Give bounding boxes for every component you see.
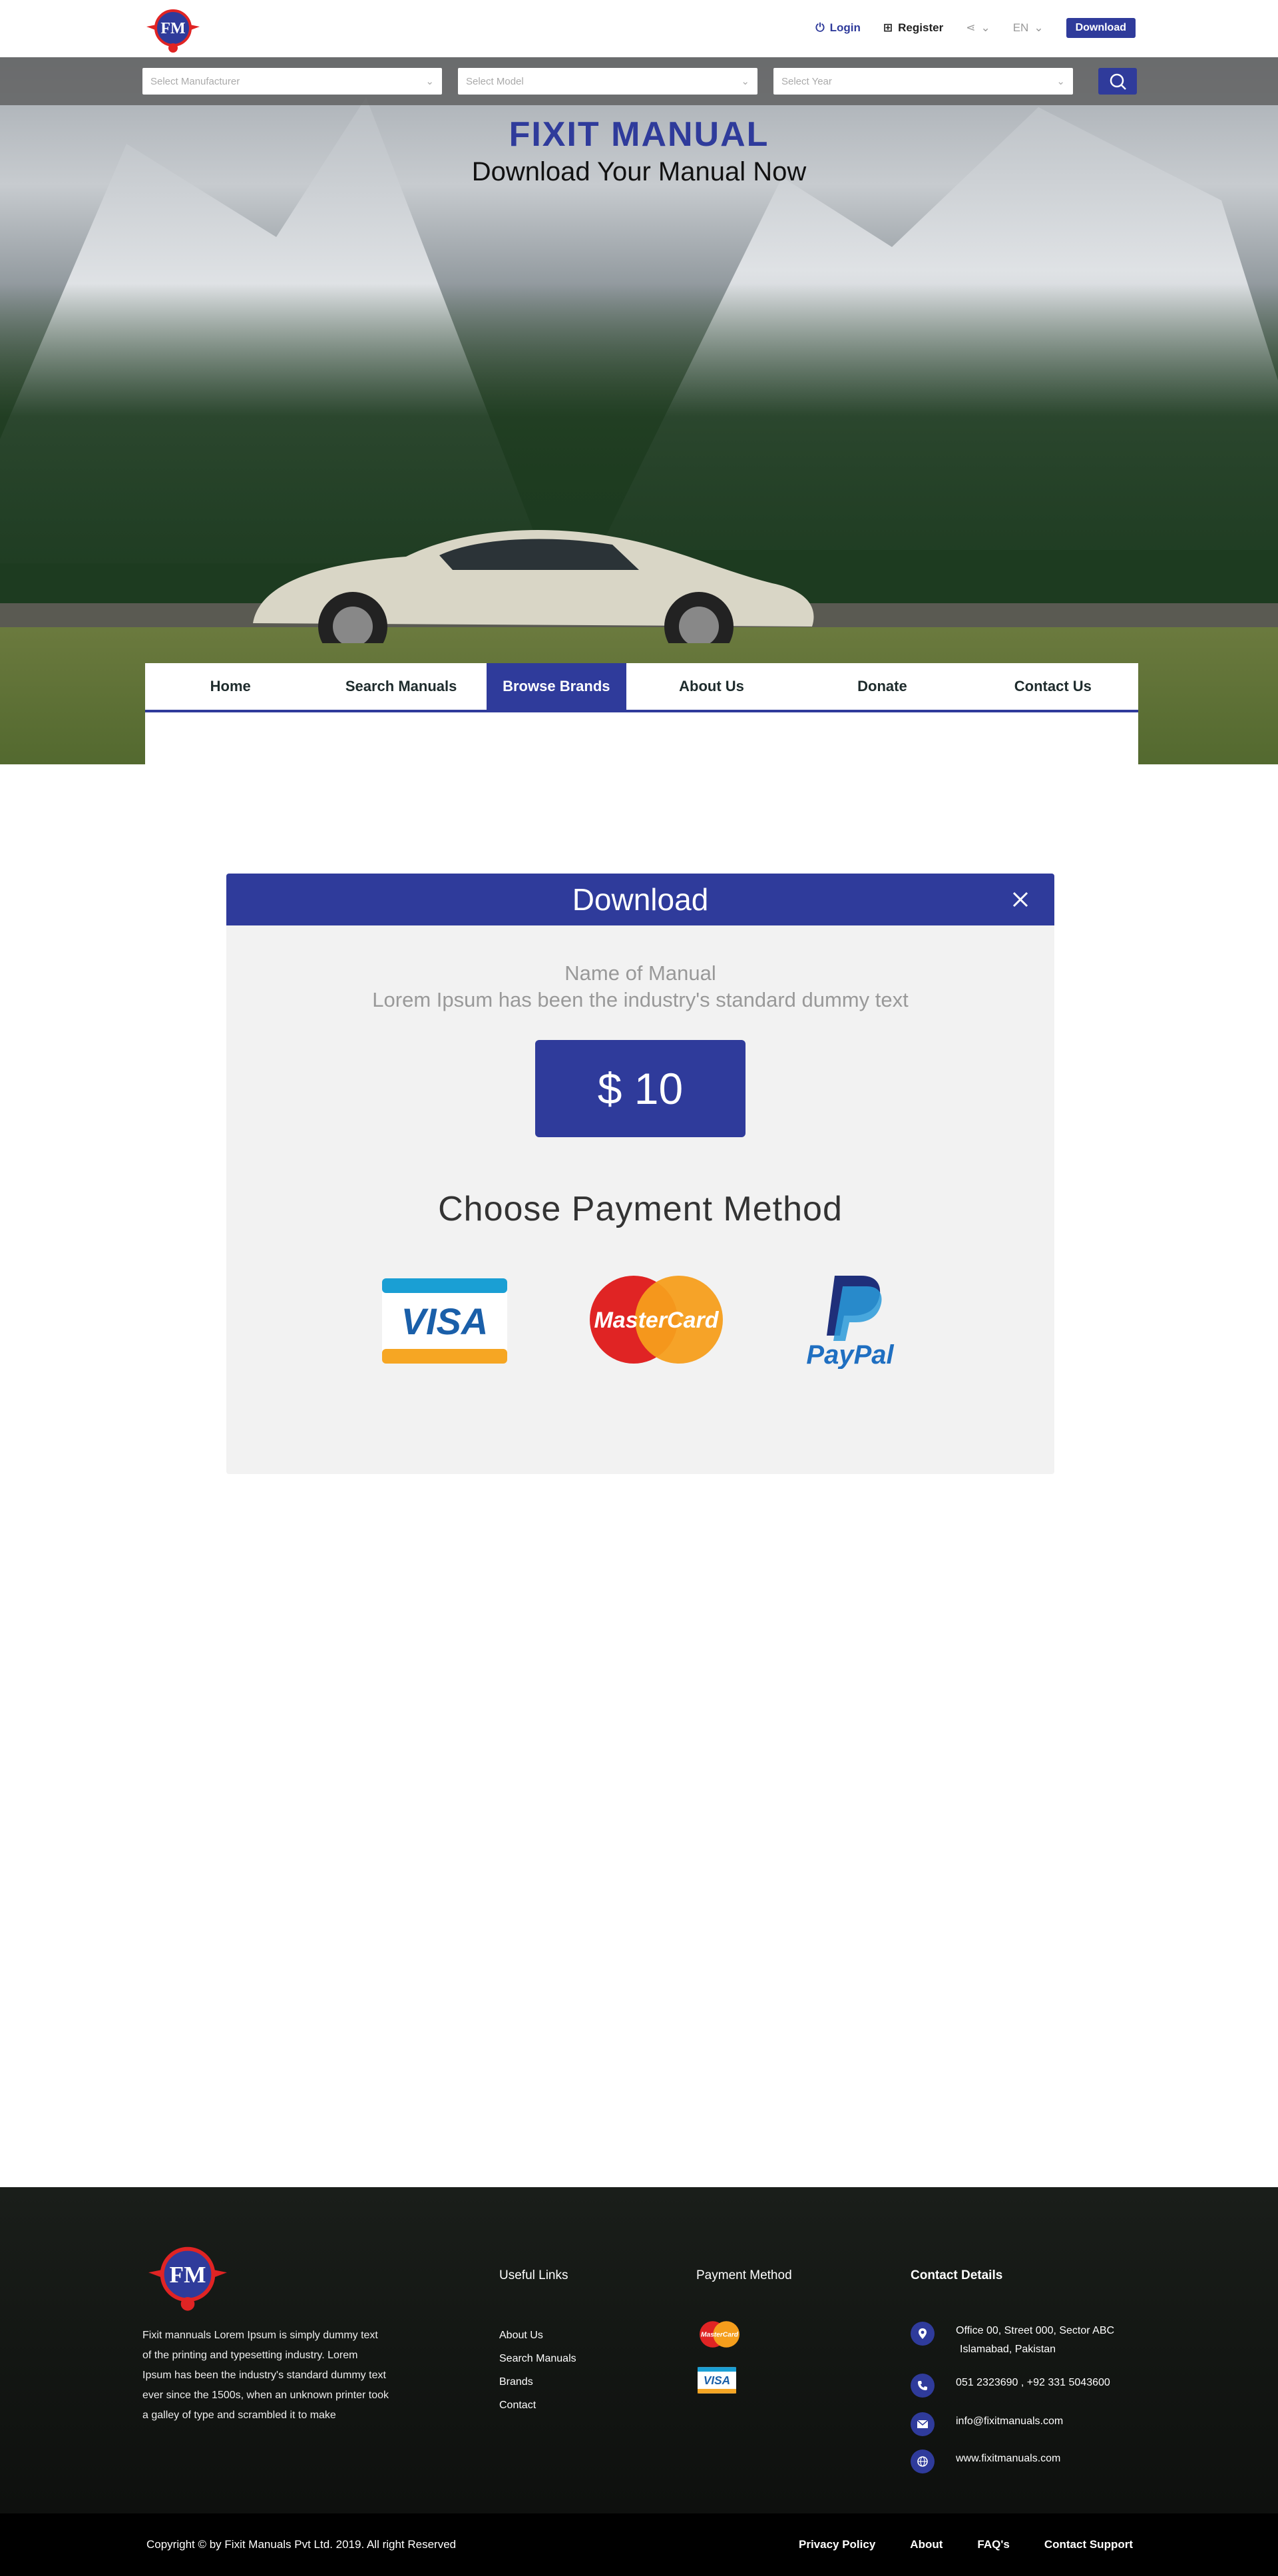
chevron-down-icon: ⌄ <box>1056 76 1065 87</box>
contact-address: Office 00, Street 000, Sector ABC Islama… <box>911 2322 1114 2359</box>
manual-name: Name of Manual <box>564 961 716 985</box>
nav-contact-us[interactable]: Contact Us <box>968 663 1138 710</box>
chevron-down-icon: ⌄ <box>1034 21 1044 34</box>
payment-method-title: Payment Method <box>696 2268 792 2282</box>
phone-icon <box>911 2374 935 2398</box>
svg-text:VISA: VISA <box>704 2374 730 2387</box>
login-link[interactable]: ⏻ Login <box>815 21 861 35</box>
chevron-down-icon: ⌄ <box>980 21 990 34</box>
privacy-policy-link[interactable]: Privacy Policy <box>799 2538 875 2551</box>
payment-heading: Choose Payment Method <box>438 1190 843 1228</box>
useful-links-title: Useful Links <box>499 2268 568 2282</box>
manufacturer-placeholder: Select Manufacturer <box>150 75 240 87</box>
year-placeholder: Select Year <box>781 75 832 87</box>
address-line2: Islamabad, Pakistan <box>960 2344 1056 2355</box>
year-select[interactable]: Select Year ⌄ <box>773 68 1073 95</box>
logo-initials: FM <box>160 20 185 37</box>
bottom-bar: Copyright © by Fixit Manuals Pvt Ltd. 20… <box>0 2513 1278 2576</box>
footer-link-contact[interactable]: Contact <box>499 2394 576 2417</box>
nav-home[interactable]: Home <box>145 663 316 710</box>
close-icon <box>1012 892 1028 907</box>
address-line1: Office 00, Street 000, Sector ABC <box>956 2325 1115 2336</box>
svg-text:VISA: VISA <box>401 1300 489 1342</box>
manufacturer-select[interactable]: Select Manufacturer ⌄ <box>142 68 442 95</box>
model-select[interactable]: Select Model ⌄ <box>458 68 757 95</box>
footer-link-about-us[interactable]: About Us <box>499 2324 576 2347</box>
top-bar: FM ⏻ Login ⊞ Register ⋖ ⌄ EN ⌄ Download <box>0 0 1278 57</box>
mail-icon <box>911 2412 935 2436</box>
search-icon <box>1110 73 1126 90</box>
faq-link[interactable]: FAQ's <box>977 2538 1009 2551</box>
nav-donate[interactable]: Donate <box>797 663 967 710</box>
footer: FM Fixit mannuals Lorem Ipsum is simply … <box>0 2187 1278 2513</box>
share-dropdown[interactable]: ⋖ ⌄ <box>966 21 990 35</box>
hero-subtitle: Download Your Manual Now <box>471 157 807 186</box>
nav-browse-brands[interactable]: Browse Brands <box>486 663 626 710</box>
top-links: ⏻ Login ⊞ Register ⋖ ⌄ EN ⌄ Download <box>815 17 1136 39</box>
website-text: www.fixitmanuals.com <box>956 2453 1061 2464</box>
manual-description: Lorem Ipsum has been the industry's stan… <box>372 988 909 1011</box>
language-dropdown[interactable]: EN ⌄ <box>1013 21 1044 35</box>
contact-details-title: Contact Details <box>911 2268 1003 2282</box>
phone-text: 051 2323690 , +92 331 5043600 <box>956 2377 1110 2388</box>
contact-phone: 051 2323690 , +92 331 5043600 <box>911 2374 1110 2398</box>
contact-email[interactable]: info@fixitmanuals.com <box>911 2412 1063 2436</box>
hero-title: FIXIT MANUAL <box>509 115 769 154</box>
search-button[interactable] <box>1098 68 1137 95</box>
contact-support-link[interactable]: Contact Support <box>1044 2538 1133 2551</box>
content-panel <box>145 712 1138 764</box>
svg-text:PayPal: PayPal <box>806 1340 894 1369</box>
chevron-down-icon: ⌄ <box>741 76 749 87</box>
footer-about-text: Fixit mannuals Lorem Ipsum is simply dum… <box>142 2330 389 2421</box>
globe-icon <box>911 2449 935 2473</box>
visa-option[interactable]: VISA <box>382 1278 507 1367</box>
footer-logo[interactable]: FM <box>142 2239 233 2314</box>
footer-visa-icon: VISA <box>698 2367 736 2397</box>
chevron-down-icon: ⌄ <box>425 76 434 87</box>
svg-text:MasterCard: MasterCard <box>594 1308 719 1333</box>
paypal-option[interactable]: PayPal <box>800 1269 900 1372</box>
about-link[interactable]: About <box>910 2538 943 2551</box>
paypal-logo: PayPal <box>806 1276 894 1370</box>
car-image <box>253 530 814 643</box>
contact-website[interactable]: www.fixitmanuals.com <box>911 2449 1060 2473</box>
visa-logo: VISA <box>382 1278 507 1364</box>
model-placeholder: Select Model <box>466 75 524 87</box>
search-bar: Select Manufacturer ⌄ Select Model ⌄ Sel… <box>0 57 1278 105</box>
price-badge: $ 10 <box>535 1040 746 1137</box>
payment-methods: VISA MasterCard PayPal <box>226 1273 1054 1380</box>
power-icon: ⏻ <box>815 21 825 34</box>
nav-search-manuals[interactable]: Search Manuals <box>316 663 486 710</box>
svg-text:MasterCard: MasterCard <box>701 2332 739 2339</box>
main-nav: Home Search Manuals Browse Brands About … <box>145 663 1138 712</box>
language-label: EN <box>1012 21 1029 34</box>
svg-text:FM: FM <box>170 2261 206 2288</box>
register-link[interactable]: ⊞ Register <box>883 21 943 35</box>
modal-title: Download <box>572 882 709 917</box>
site-logo[interactable]: FM <box>142 4 204 55</box>
email-text: info@fixitmanuals.com <box>956 2416 1064 2427</box>
useful-links: About Us Search Manuals Brands Contact <box>499 2324 576 2417</box>
mastercard-option[interactable]: MasterCard <box>583 1273 730 1370</box>
mastercard-logo: MasterCard <box>590 1276 723 1364</box>
download-button[interactable]: Download <box>1066 18 1136 38</box>
plus-square-icon: ⊞ <box>883 21 893 34</box>
footer-link-brands[interactable]: Brands <box>499 2370 576 2394</box>
bottom-links: Privacy Policy About FAQ's Contact Suppo… <box>799 2538 1133 2551</box>
footer-link-search-manuals[interactable]: Search Manuals <box>499 2347 576 2370</box>
copyright: Copyright © by Fixit Manuals Pvt Ltd. 20… <box>146 2538 457 2551</box>
modal-header: Download <box>226 874 1054 925</box>
share-icon: ⋖ <box>966 21 976 34</box>
location-icon <box>911 2322 935 2346</box>
close-button[interactable] <box>1008 887 1033 912</box>
footer-mastercard-icon: MasterCard <box>698 2320 742 2352</box>
download-modal: Download Name of Manual Lorem Ipsum has … <box>226 874 1054 1474</box>
login-label: Login <box>829 21 861 34</box>
register-label: Register <box>898 21 944 34</box>
nav-about-us[interactable]: About Us <box>626 663 797 710</box>
